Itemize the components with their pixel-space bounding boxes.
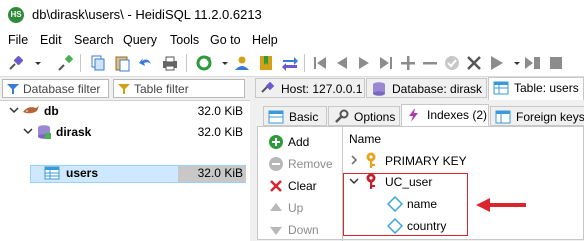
foreign-key-table-icon <box>495 110 511 124</box>
title-bar: HS db\dirask\users\ - HeidiSQL 11.2.0.62… <box>0 0 584 30</box>
cancel-icon[interactable] <box>464 53 484 73</box>
heidisql-app-icon[interactable]: HS <box>8 7 24 23</box>
menu-tools[interactable]: Tools <box>170 33 199 47</box>
table-filter-placeholder: Table filter <box>134 82 189 96</box>
close-icon <box>270 180 282 192</box>
button-label: Clear <box>288 179 317 193</box>
table-icon <box>493 81 509 95</box>
tab-label: Foreign keys <box>516 110 584 124</box>
tab-options[interactable]: Options <box>328 106 400 126</box>
menu-bar: File Edit Search Query Tools Go to Help <box>0 30 584 50</box>
user-manager-icon[interactable] <box>232 53 252 73</box>
add-icon <box>269 135 283 149</box>
host-icon <box>261 81 275 93</box>
tree-node-users[interactable]: users 32.0 KiB <box>0 164 250 184</box>
tab-database[interactable]: Database: dirask <box>366 78 487 98</box>
button-label: Add <box>288 135 310 149</box>
disconnect-icon[interactable] <box>56 53 76 73</box>
arrow-up-icon <box>270 203 282 211</box>
tab-basic[interactable]: Basic <box>263 106 327 126</box>
refresh-dropdown-icon[interactable] <box>215 53 228 73</box>
tree-size: 32.0 KiB <box>197 125 243 139</box>
tree-label: db <box>44 104 59 118</box>
database-filter-input[interactable]: Database filter <box>2 79 109 98</box>
print-icon[interactable] <box>160 53 180 73</box>
navigation-pane: Database filter Table filter db 32.0 KiB… <box>0 77 250 241</box>
transfer-icon[interactable] <box>280 53 300 73</box>
tab-label: Indexes (2) <box>427 108 488 122</box>
tab-host[interactable]: Host: 127.0.0.1 <box>255 78 365 98</box>
button-label: Up <box>288 201 304 215</box>
database-icon <box>373 82 385 96</box>
arrow-down-icon <box>270 227 282 235</box>
button-label: Remove <box>288 157 333 171</box>
refresh-icon[interactable] <box>194 53 214 73</box>
tree-size: 32.0 KiB <box>197 104 243 118</box>
connect-dropdown-icon[interactable] <box>28 53 41 73</box>
last-icon[interactable] <box>376 53 396 73</box>
tree-label: dirask <box>56 125 92 139</box>
button-label: Down <box>288 223 319 237</box>
menu-query[interactable]: Query <box>123 33 157 47</box>
copy-icon[interactable] <box>88 53 108 73</box>
menu-search[interactable]: Search <box>74 33 114 47</box>
table-filter-icon <box>118 84 130 94</box>
window-title: db\dirask\users\ - HeidiSQL 11.2.0.6213 <box>32 7 262 22</box>
tab-indexes[interactable]: Indexes (2) <box>401 104 489 127</box>
tree-size: 32.0 KiB <box>197 166 243 180</box>
stop-icon[interactable] <box>546 53 566 73</box>
tab-foreign-keys[interactable]: Foreign keys <box>490 106 584 126</box>
table-icon <box>268 110 284 124</box>
run-line-icon[interactable] <box>522 53 542 73</box>
toolbar <box>0 50 584 77</box>
index-label: PRIMARY KEY <box>385 154 467 168</box>
dolphin-server-icon <box>23 106 39 114</box>
menu-edit[interactable]: Edit <box>40 33 62 47</box>
tab-label: Basic <box>289 110 319 124</box>
connect-icon[interactable] <box>6 53 26 73</box>
database-filter-icon <box>7 84 19 94</box>
tab-label: Database: dirask <box>392 82 483 96</box>
highlight-box <box>343 173 468 236</box>
database-icon <box>38 125 51 139</box>
first-icon[interactable] <box>310 53 330 73</box>
bookmark-icon[interactable] <box>256 53 276 73</box>
remove-icon <box>269 157 283 171</box>
wrench-icon <box>335 109 349 123</box>
undo-icon[interactable] <box>136 53 156 73</box>
tab-label: Host: 127.0.0.1 <box>281 82 363 96</box>
database-filter-placeholder: Database filter <box>23 82 101 96</box>
tree-label: users <box>66 166 99 180</box>
next-icon[interactable] <box>354 53 374 73</box>
chevron-down-icon[interactable] <box>22 125 34 137</box>
menu-file[interactable]: File <box>8 33 28 47</box>
chevron-down-icon[interactable] <box>8 104 20 116</box>
paste-icon[interactable] <box>112 53 132 73</box>
tab-label: Table: users <box>514 81 579 95</box>
chevron-right-icon[interactable] <box>349 154 359 166</box>
table-filter-input[interactable]: Table filter <box>113 79 245 98</box>
run-icon[interactable] <box>486 53 506 73</box>
add-icon[interactable] <box>398 53 418 73</box>
tree-node-db[interactable]: db 32.0 KiB <box>0 101 250 121</box>
table-icon <box>44 166 60 180</box>
primary-key-icon <box>366 152 376 168</box>
prev-icon[interactable] <box>332 53 352 73</box>
run-dropdown-icon[interactable] <box>507 53 520 73</box>
tab-table[interactable]: Table: users <box>488 77 584 100</box>
apply-icon[interactable] <box>442 53 462 73</box>
tree-node-dirask[interactable]: dirask 32.0 KiB <box>0 122 250 142</box>
annotation-arrow-icon <box>476 198 526 212</box>
remove-icon[interactable] <box>420 53 440 73</box>
database-tree: db 32.0 KiB dirask 32.0 KiB users 32.0 K… <box>0 100 250 241</box>
menu-help[interactable]: Help <box>252 33 278 47</box>
lightning-icon <box>409 108 418 122</box>
menu-goto[interactable]: Go to <box>210 33 241 47</box>
column-header-name[interactable]: Name <box>349 132 381 146</box>
tab-label: Options <box>354 110 396 124</box>
